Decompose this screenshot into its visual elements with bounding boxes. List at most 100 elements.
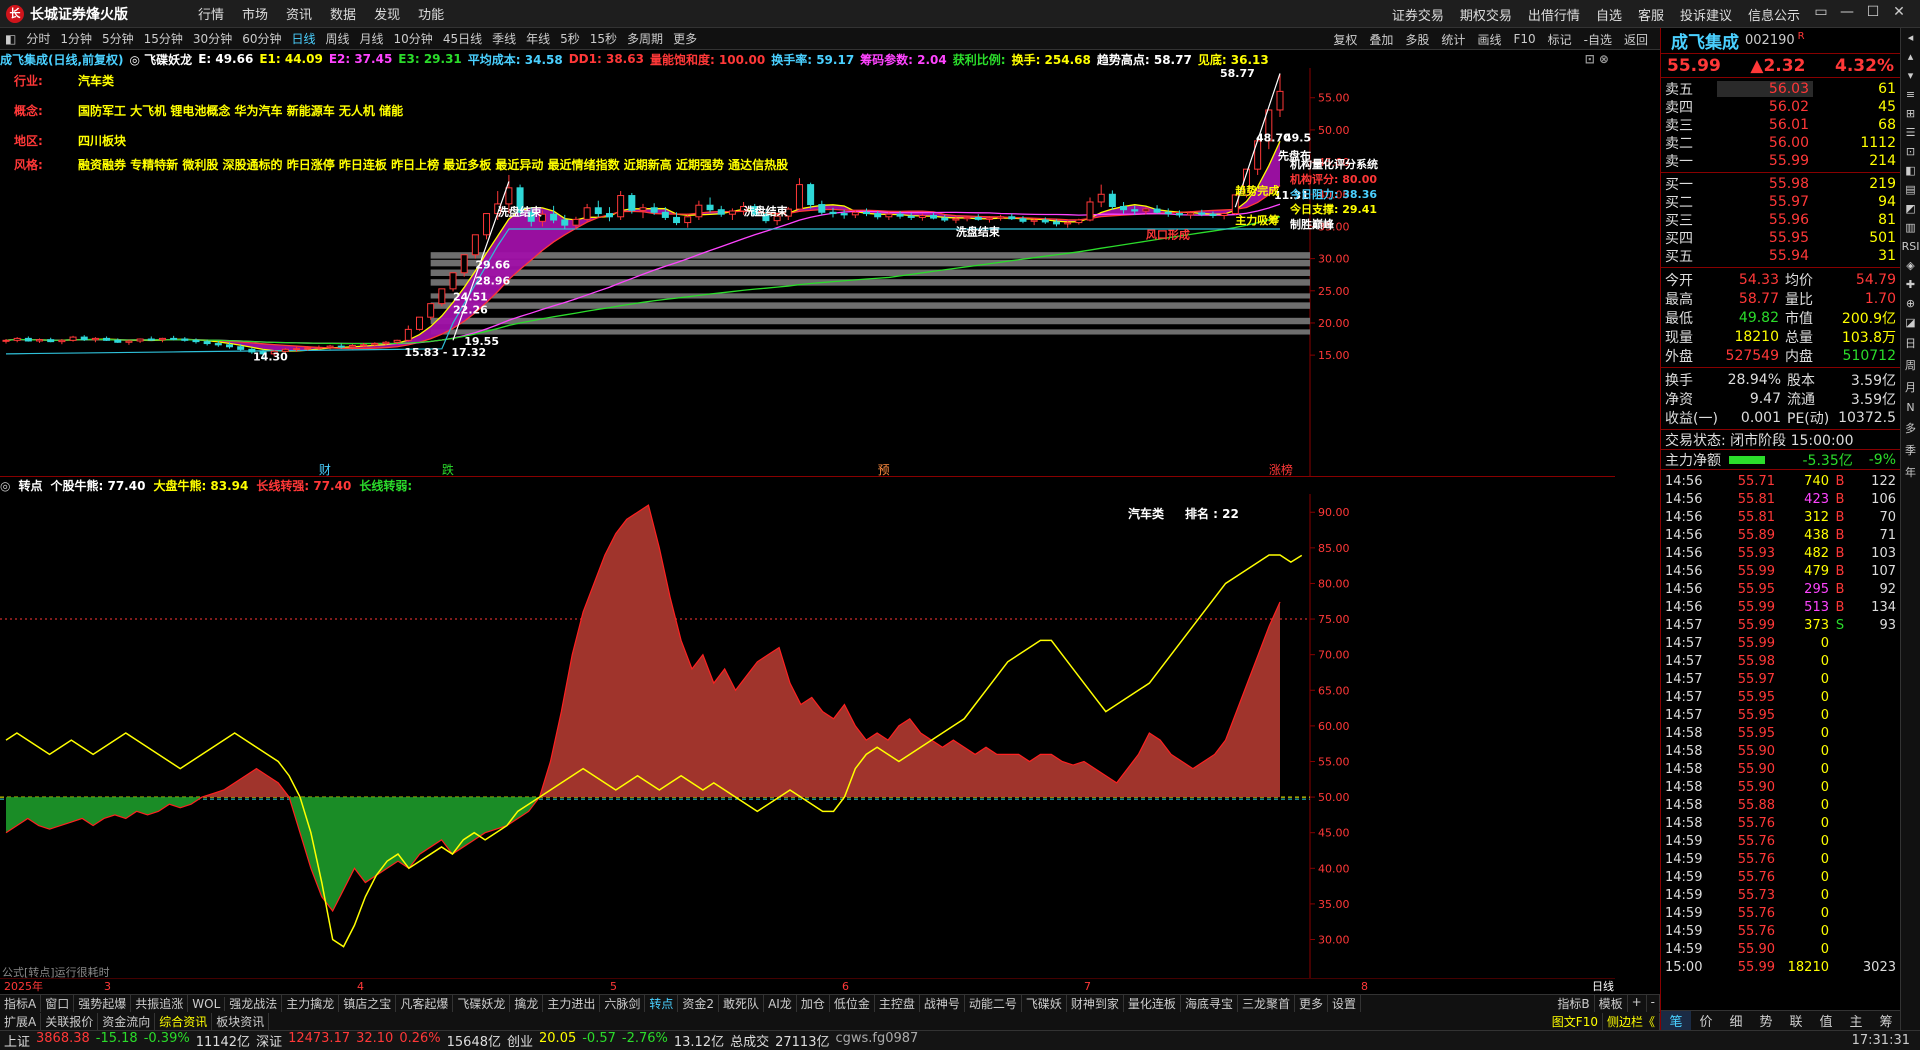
period-tab-9[interactable]: 10分钟 <box>394 30 433 47</box>
menu-item-2[interactable]: 资讯 <box>286 8 312 23</box>
right-menu-item-0[interactable]: 证券交易 <box>1392 5 1444 24</box>
side-tool-icon-18[interactable]: 月 <box>1905 379 1916 395</box>
extension-tab-2[interactable]: 资金流向 <box>98 1012 156 1030</box>
event-mark-0[interactable]: 财 <box>319 463 331 476</box>
indicator-tab-25[interactable]: 海底寻宝 <box>1181 995 1238 1012</box>
period-tab-16[interactable]: 更多 <box>673 30 697 47</box>
quote-tab-0[interactable]: 笔 <box>1661 1011 1691 1030</box>
close-icon[interactable]: ✕ <box>1886 4 1912 20</box>
indicator-tab-21[interactable]: 动能二号 <box>965 995 1022 1012</box>
indicator-tab-1[interactable]: 窗口 <box>41 995 75 1012</box>
legend-close-icon[interactable]: ⊡ ⊗ <box>1585 52 1609 66</box>
menu-item-0[interactable]: 行情 <box>198 8 224 23</box>
chart-tool-4[interactable]: 画线 <box>1477 31 1501 48</box>
period-tab-5[interactable]: 60分钟 <box>242 30 281 47</box>
event-mark-2[interactable]: 预 <box>878 463 890 476</box>
indicator-tab-9[interactable]: 飞碟妖龙 <box>453 995 511 1012</box>
menu-item-3[interactable]: 数据 <box>330 8 356 23</box>
right-menu-item-4[interactable]: 客服 <box>1638 5 1664 24</box>
side-tool-icon-2[interactable]: ▾ <box>1908 69 1914 82</box>
indicator-tab-16[interactable]: AI龙 <box>764 995 797 1012</box>
maximize-icon[interactable]: ☐ <box>1860 4 1886 20</box>
indicator-tab-19[interactable]: 主控盘 <box>875 995 920 1012</box>
bid-row[interactable]: 买四 55.95 501 <box>1661 229 1900 247</box>
indicator-tab-right-2[interactable]: + <box>1628 995 1647 1012</box>
indicator-tab-18[interactable]: 低位金 <box>830 995 875 1012</box>
right-menu-item-2[interactable]: 出借行情 <box>1528 5 1580 24</box>
indicator-tab-28[interactable]: 设置 <box>1328 995 1361 1012</box>
indicator-tab-7[interactable]: 镇店之宝 <box>339 995 397 1012</box>
bid-row[interactable]: 买二 55.97 94 <box>1661 193 1900 211</box>
event-mark-3[interactable]: 涨榜 <box>1269 462 1293 476</box>
chart-tool-1[interactable]: 叠加 <box>1369 31 1393 48</box>
extension-tab-0[interactable]: 扩展A <box>0 1012 42 1030</box>
chart-tool-8[interactable]: 返回 <box>1624 31 1648 48</box>
minimize-icon[interactable]: — <box>1834 4 1860 20</box>
ask-row[interactable]: 卖四 56.02 45 <box>1661 98 1900 116</box>
side-tool-icon-15[interactable]: ◪ <box>1905 316 1915 329</box>
indicator-tab-17[interactable]: 加仓 <box>797 995 830 1012</box>
period-tab-7[interactable]: 周线 <box>326 30 350 47</box>
indicator-tab-2[interactable]: 强势起爆 <box>74 995 132 1012</box>
right-menu-item-6[interactable]: 信息公示 <box>1748 5 1800 24</box>
side-tool-icon-0[interactable]: ◂ <box>1908 31 1914 44</box>
ask-row[interactable]: 卖二 56.00 1112 <box>1661 134 1900 152</box>
indicator-tab-8[interactable]: 凡客起爆 <box>396 995 454 1012</box>
kline-chart[interactable]: 55.0050.0045.0040.0035.0030.0025.0020.00… <box>0 68 1615 476</box>
indicator-tab-0[interactable]: 指标A <box>0 995 42 1012</box>
side-tool-icon-20[interactable]: 多 <box>1905 420 1916 436</box>
extension-tab-1[interactable]: 关联报价 <box>41 1012 99 1030</box>
bid-row[interactable]: 买三 55.96 81 <box>1661 211 1900 229</box>
indicator-tab-12[interactable]: 六脉剑 <box>600 995 646 1012</box>
right-menu-item-3[interactable]: 自选 <box>1596 5 1622 24</box>
indicator-tab-11[interactable]: 主力进出 <box>543 995 601 1012</box>
indicator-tab-24[interactable]: 量化连板 <box>1124 995 1181 1012</box>
indicator-tab-23[interactable]: 财神到家 <box>1067 995 1124 1012</box>
sidebar-toggle-icon[interactable]: ◧ <box>5 32 16 46</box>
chart-tool-5[interactable]: F10 <box>1513 32 1535 46</box>
indicator-tab-27[interactable]: 更多 <box>1295 995 1328 1012</box>
period-tab-12[interactable]: 年线 <box>526 30 550 47</box>
extension-tab-3[interactable]: 综合资讯 <box>155 1012 213 1030</box>
indicator-tab-10[interactable]: 擒龙 <box>510 995 544 1012</box>
period-tab-14[interactable]: 15秒 <box>590 30 617 47</box>
side-tool-icon-6[interactable]: ⊡ <box>1906 145 1915 158</box>
menu-item-4[interactable]: 发现 <box>374 8 400 23</box>
indicator-settings-icon[interactable]: ◎ <box>0 479 10 493</box>
period-tab-4[interactable]: 30分钟 <box>193 30 232 47</box>
side-tool-icon-16[interactable]: 日 <box>1905 335 1916 351</box>
period-tab-11[interactable]: 季线 <box>492 30 516 47</box>
quote-tab-7[interactable]: 筹 <box>1871 1011 1901 1030</box>
period-tab-10[interactable]: 45日线 <box>443 30 482 47</box>
period-tab-6[interactable]: 日线 <box>291 30 315 47</box>
indicator-tab-20[interactable]: 战神号 <box>920 995 965 1012</box>
right-menu-item-5[interactable]: 投诉建议 <box>1680 5 1732 24</box>
menu-item-5[interactable]: 功能 <box>418 8 444 23</box>
event-mark-1[interactable]: 跌 <box>442 462 454 476</box>
extension-tab-right-1[interactable]: 侧边栏《 <box>1603 1012 1660 1030</box>
indicator-tab-6[interactable]: 主力擒龙 <box>282 995 340 1012</box>
chart-tool-0[interactable]: 复权 <box>1333 31 1357 48</box>
period-tab-0[interactable]: 分时 <box>26 30 50 47</box>
side-tool-icon-1[interactable]: ▴ <box>1908 50 1914 63</box>
indicator-tab-5[interactable]: 强龙战法 <box>225 995 283 1012</box>
right-menu-item-1[interactable]: 期权交易 <box>1460 5 1512 24</box>
chart-tool-2[interactable]: 多股 <box>1405 31 1429 48</box>
indicator-tab-14[interactable]: 资金2 <box>678 995 720 1012</box>
indicator-tab-right-3[interactable]: - <box>1647 995 1660 1012</box>
indicator-tab-4[interactable]: WOL <box>188 996 226 1011</box>
bid-row[interactable]: 买一 55.98 219 <box>1661 175 1900 193</box>
period-tab-13[interactable]: 5秒 <box>560 30 580 47</box>
quote-tab-4[interactable]: 联 <box>1781 1011 1811 1030</box>
quote-tab-5[interactable]: 值 <box>1811 1011 1841 1030</box>
side-tool-icon-21[interactable]: 季 <box>1905 442 1916 458</box>
side-tool-icon-7[interactable]: ◧ <box>1905 164 1915 177</box>
indicator-tab-right-0[interactable]: 指标B <box>1553 995 1595 1012</box>
period-tab-2[interactable]: 5分钟 <box>102 30 134 47</box>
side-tool-icon-12[interactable]: ◈ <box>1906 259 1914 272</box>
indicator-tab-13[interactable]: 转点 <box>645 995 679 1012</box>
chart-tool-6[interactable]: 标记 <box>1548 31 1572 48</box>
ask-row[interactable]: 卖三 56.01 68 <box>1661 116 1900 134</box>
quote-tab-3[interactable]: 势 <box>1751 1011 1781 1030</box>
quote-tab-2[interactable]: 细 <box>1721 1011 1751 1030</box>
